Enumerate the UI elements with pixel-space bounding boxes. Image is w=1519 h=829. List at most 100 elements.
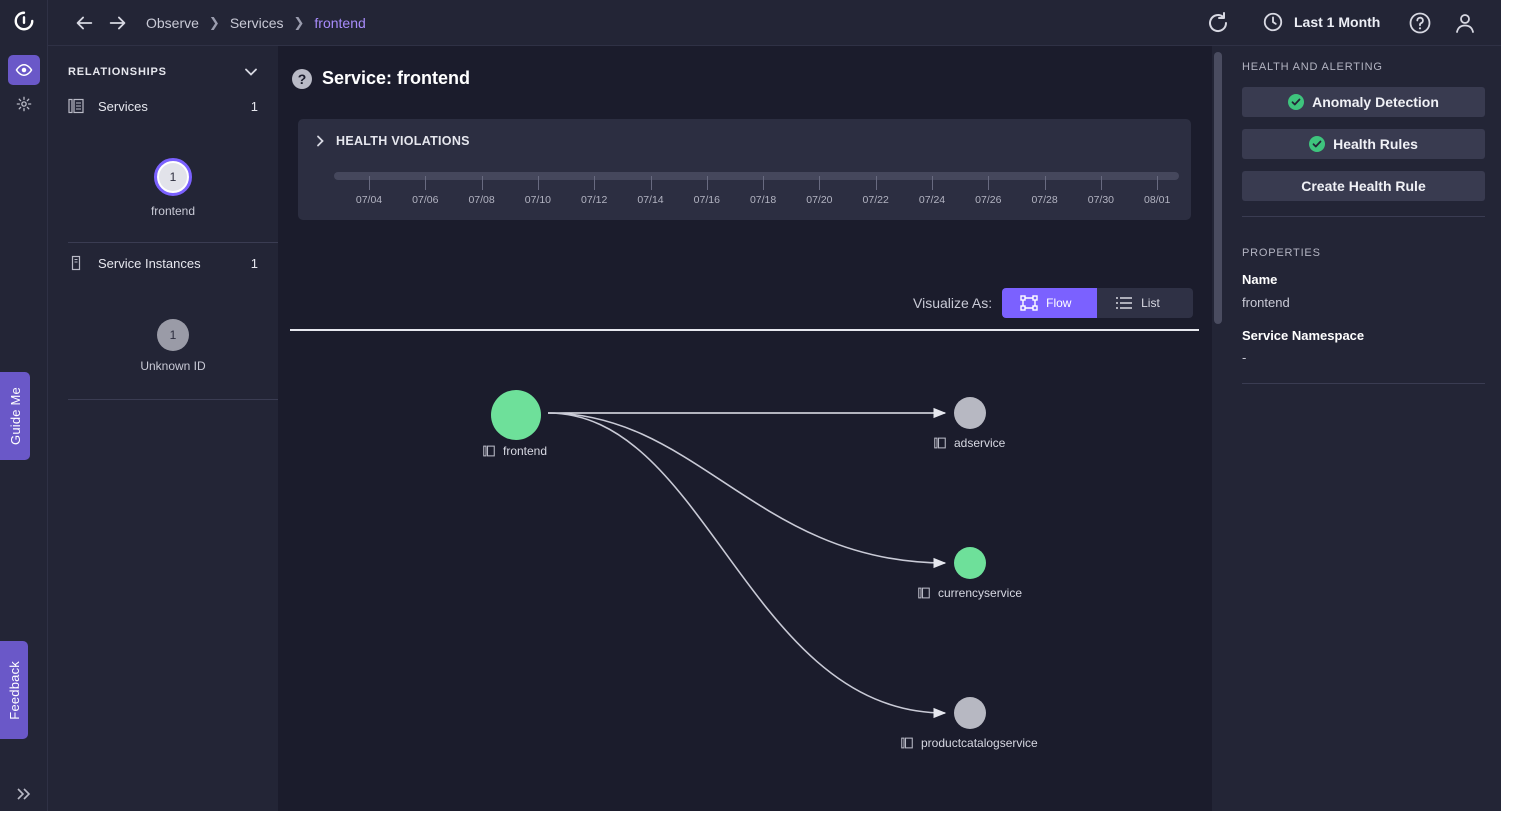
list-view-button[interactable]: List <box>1097 288 1194 318</box>
timeline-tick <box>1100 176 1102 190</box>
timeline-tick <box>875 176 877 190</box>
user-icon[interactable] <box>1453 11 1477 35</box>
breadcrumb-separator-icon: ❯ <box>293 15 305 30</box>
chevron-right-icon[interactable] <box>314 135 326 147</box>
forward-arrow-icon[interactable] <box>107 12 129 34</box>
main-content: ? Service: frontend HEALTH VIOLATIONS 07… <box>278 46 1212 811</box>
divider <box>68 242 278 243</box>
currencyservice-node[interactable] <box>954 547 986 579</box>
refresh-icon[interactable] <box>1206 11 1230 35</box>
feedback-tab[interactable]: Feedback <box>0 641 28 739</box>
details-panel: HEALTH AND ALERTING Anomaly Detection He… <box>1224 46 1501 811</box>
timeline-tick-label: 07/28 <box>1031 194 1058 206</box>
back-arrow-icon[interactable] <box>73 12 95 34</box>
adservice-node[interactable] <box>954 397 986 429</box>
timeline-tick <box>425 176 427 190</box>
timeline-tick-label: 07/14 <box>637 194 664 206</box>
adservice-node-label[interactable]: adservice <box>934 436 1005 450</box>
help-icon[interactable] <box>1408 11 1432 35</box>
visualize-as-control: Visualize As: Flow List <box>913 288 1194 318</box>
check-circle-icon <box>1309 136 1326 152</box>
time-range-picker[interactable]: Last 1 Month <box>1262 11 1380 33</box>
app-logo-icon[interactable] <box>13 10 35 32</box>
breadcrumb-observe[interactable]: Observe <box>146 15 199 31</box>
relationships-title: RELATIONSHIPS <box>68 66 167 78</box>
anomaly-detection-button[interactable]: Anomaly Detection <box>1242 87 1485 117</box>
clock-icon <box>1263 12 1283 32</box>
list-icon <box>1116 297 1133 309</box>
relationships-instances-row[interactable]: Service Instances 1 <box>68 252 278 274</box>
timeline-tick <box>594 176 596 190</box>
divider <box>68 399 278 400</box>
edge-frontend-productcatalogservice[interactable] <box>547 412 947 719</box>
breadcrumb: Observe ❯ Services ❯ frontend <box>146 15 366 31</box>
expand-rail-icon[interactable] <box>14 786 34 802</box>
list-view-label: List <box>1141 296 1160 310</box>
settings-nav-button[interactable] <box>8 89 40 119</box>
productcatalogservice-node-name: productcatalogservice <box>921 736 1038 750</box>
health-violations-title[interactable]: HEALTH VIOLATIONS <box>336 134 470 148</box>
divider <box>1242 383 1485 384</box>
create-health-rule-button[interactable]: Create Health Rule <box>1242 171 1485 201</box>
timeline-tick-label: 07/04 <box>355 194 383 206</box>
health-rules-label: Health Rules <box>1333 136 1418 152</box>
relationships-panel: RELATIONSHIPS Services 1 1 frontend Serv… <box>48 46 278 811</box>
help-circle-icon[interactable]: ? <box>292 68 312 89</box>
productcatalogservice-node-label[interactable]: productcatalogservice <box>901 736 1038 750</box>
create-health-rule-label: Create Health Rule <box>1301 178 1426 194</box>
guide-me-label: Guide Me <box>7 387 23 445</box>
service-icon <box>934 437 946 449</box>
main-scrollbar-thumb[interactable] <box>1214 52 1222 324</box>
timeline-tick <box>932 176 933 190</box>
service-icon <box>68 98 84 114</box>
instance-icon <box>71 255 81 271</box>
property-name-value: frontend <box>1242 295 1290 310</box>
visualization-divider <box>290 329 1199 331</box>
properties-title: PROPERTIES <box>1242 247 1321 259</box>
divider <box>1242 216 1485 217</box>
breadcrumb-services[interactable]: Services <box>230 15 284 31</box>
timeline-tick <box>537 176 539 190</box>
service-flow-map: frontend adservice currencyservice produ… <box>278 336 1212 811</box>
health-violations-panel: HEALTH VIOLATIONS 07/04 07/06 07/08 07/10 07… <box>298 119 1191 220</box>
flow-view-button[interactable]: Flow <box>1002 288 1098 318</box>
adservice-node-name: adservice <box>954 436 1006 450</box>
instances-label: Service Instances <box>98 255 201 271</box>
related-service-node[interactable]: 1 frontend <box>113 158 233 218</box>
gear-icon <box>16 96 32 112</box>
service-icon <box>901 737 913 749</box>
currencyservice-node-label[interactable]: currencyservice <box>918 586 1022 600</box>
productcatalogservice-node[interactable] <box>954 697 986 729</box>
timeline-tick-label: 07/10 <box>524 194 552 206</box>
timeline-tick-label: 07/26 <box>975 194 1002 206</box>
instance-node-circle: 1 <box>157 319 189 351</box>
time-range-label: Last 1 Month <box>1294 14 1381 30</box>
timeline-tick <box>1157 176 1159 190</box>
timeline-tick <box>763 176 765 190</box>
timeline-tick-label: 07/20 <box>806 194 833 206</box>
instance-node-label: Unknown ID <box>140 359 206 373</box>
related-instance-node[interactable]: 1 Unknown ID <box>113 319 233 373</box>
visualize-toggle: Flow List <box>1002 288 1194 318</box>
service-icon <box>918 587 930 599</box>
edge-frontend-currencyservice[interactable] <box>547 412 947 569</box>
timeline-tick-label: 08/01 <box>1144 194 1171 206</box>
guide-me-tab[interactable]: Guide Me <box>0 372 30 460</box>
timeline-tick-label: 07/30 <box>1087 194 1115 206</box>
check-circle-icon <box>1288 94 1305 110</box>
frontend-node-label[interactable]: frontend <box>483 444 547 458</box>
flow-icon <box>1020 295 1038 311</box>
relationships-services-row[interactable]: Services 1 <box>68 95 278 117</box>
health-alerting-title: HEALTH AND ALERTING <box>1242 61 1383 73</box>
services-count: 1 <box>250 98 258 114</box>
timeline-tick-label: 07/06 <box>412 194 439 206</box>
frontend-node[interactable] <box>491 390 541 440</box>
health-rules-button[interactable]: Health Rules <box>1242 129 1485 159</box>
observe-nav-button[interactable] <box>8 55 40 85</box>
service-icon <box>483 445 495 457</box>
chevron-down-icon[interactable] <box>244 65 258 79</box>
top-bar: Observe ❯ Services ❯ frontend Last 1 Mon… <box>48 0 1501 46</box>
timeline-tick-label: 07/24 <box>918 194 946 206</box>
timeline-tick-label: 07/16 <box>693 194 720 206</box>
timeline-tick <box>650 176 652 190</box>
